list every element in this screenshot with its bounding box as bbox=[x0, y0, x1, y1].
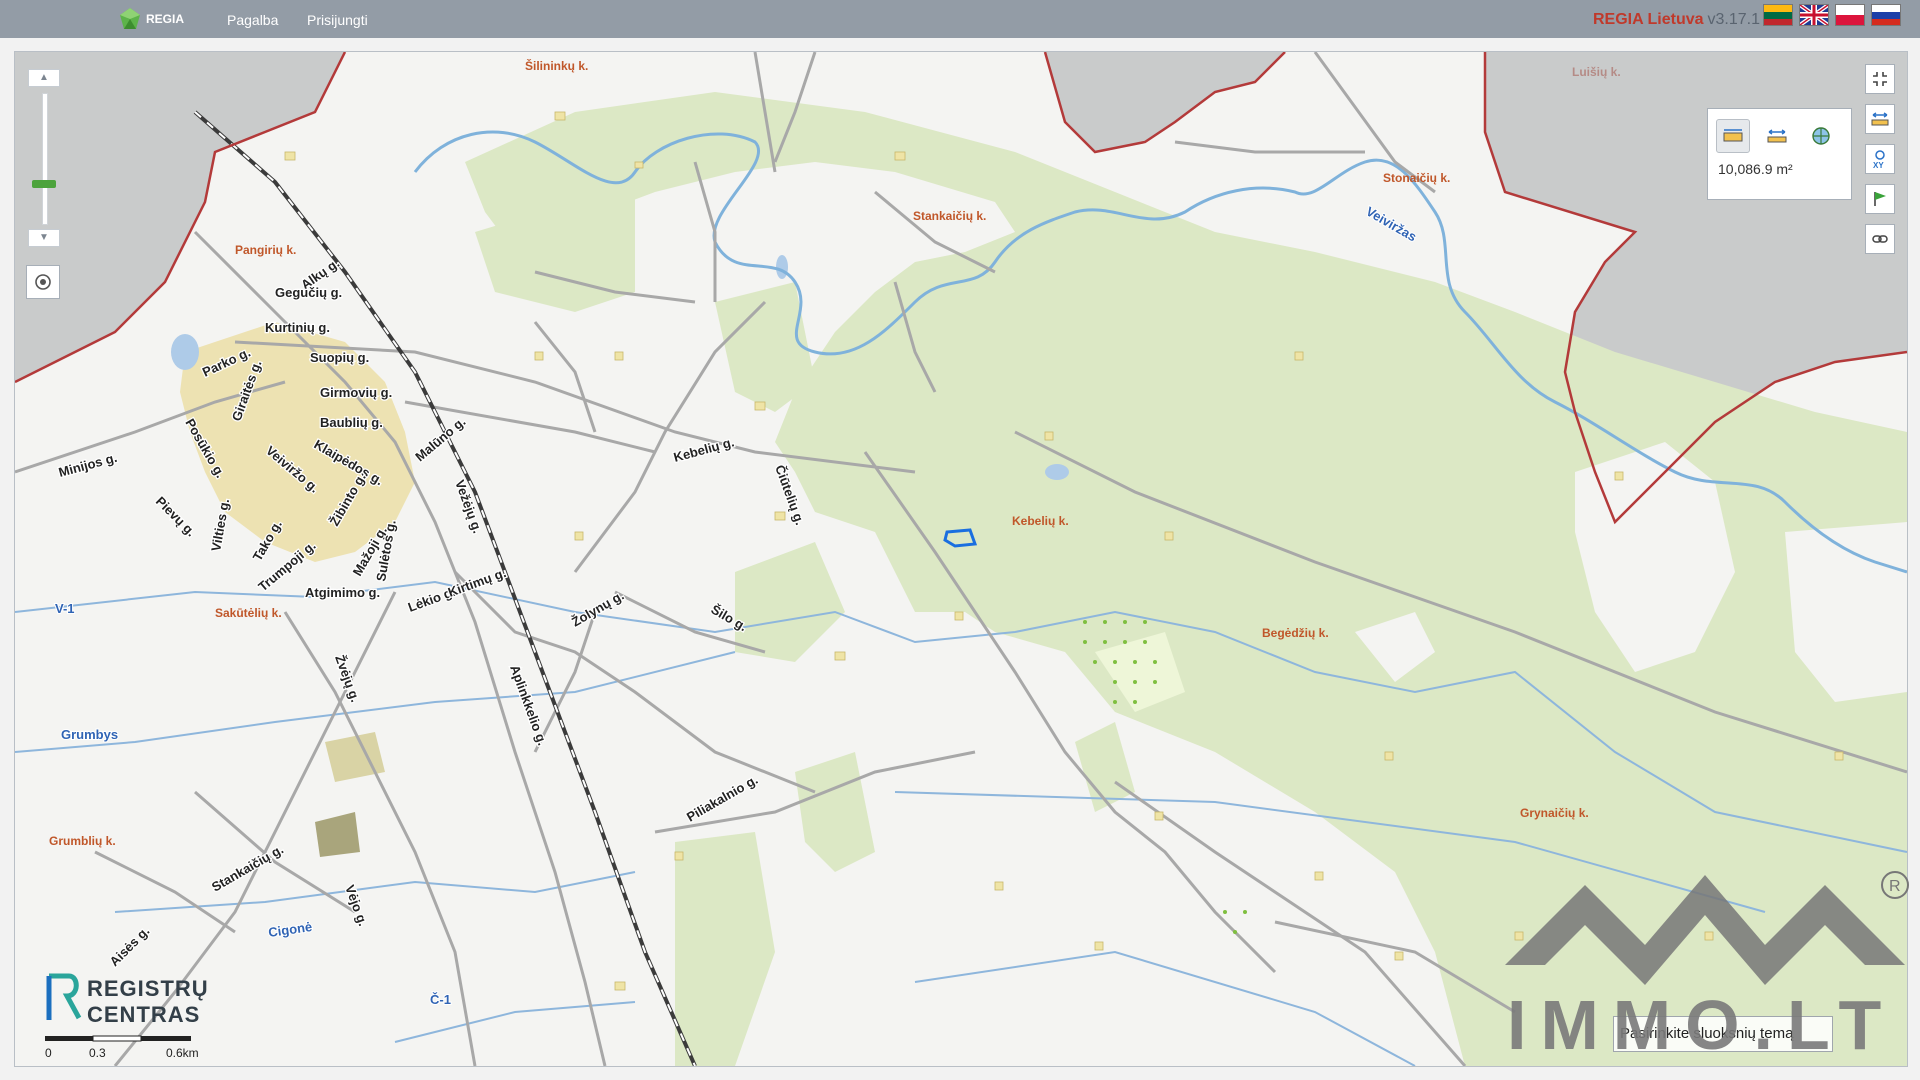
forest-patch-4 bbox=[795, 752, 875, 872]
registru-centras-logo: REGISTRŲ CENTRAS bbox=[45, 972, 208, 1032]
pond-1 bbox=[776, 255, 788, 279]
water-label: Veiviržas bbox=[1364, 204, 1420, 245]
svg-text:R: R bbox=[1889, 878, 1901, 895]
village-label: Sakūtėlių k. bbox=[215, 606, 282, 620]
xy-icon: XY bbox=[1873, 150, 1885, 169]
app-brand: REGIA Lietuva v3.17.1 bbox=[1593, 11, 1760, 29]
area-icon bbox=[1723, 129, 1743, 142]
login-link[interactable]: Prisijungti bbox=[307, 12, 368, 28]
village-label: Luišių k. bbox=[1572, 65, 1621, 79]
area-measure-tool[interactable] bbox=[1716, 119, 1750, 153]
water-label: V-1 bbox=[55, 601, 75, 616]
rc-logo-icon bbox=[46, 973, 82, 1020]
lang-en-flag-icon[interactable] bbox=[1799, 4, 1829, 26]
lake-1 bbox=[171, 334, 199, 370]
street-label: Girmovių g. bbox=[320, 385, 392, 400]
building-block-2 bbox=[315, 812, 360, 857]
immo-wordmark: IMMO.LT bbox=[1507, 986, 1896, 1064]
measure-tool-button[interactable] bbox=[1865, 104, 1895, 134]
compress-icon bbox=[1873, 72, 1887, 86]
street-label: Suopių g. bbox=[310, 350, 369, 365]
locate-button[interactable] bbox=[26, 265, 60, 299]
distance-measure-tool[interactable] bbox=[1760, 119, 1794, 153]
lang-ru-flag-icon[interactable] bbox=[1871, 4, 1901, 26]
regia-logo-icon bbox=[120, 8, 140, 29]
village-label: Pangirių k. bbox=[235, 243, 296, 257]
scale-label-1: 0.3 bbox=[89, 1046, 106, 1060]
flag-icon bbox=[1874, 192, 1886, 206]
zoom-track[interactable] bbox=[32, 93, 56, 225]
zoom-in-button[interactable]: ▲ bbox=[28, 69, 60, 87]
lake-2 bbox=[1045, 464, 1069, 480]
scale-bar: 0 0.3 0.6km bbox=[45, 1032, 199, 1062]
scale-label-0: 0 bbox=[45, 1046, 52, 1060]
brand-name: REGIA Lietuva bbox=[1592, 11, 1704, 28]
rc-logo-line2: CENTRAS bbox=[87, 1002, 201, 1027]
forest-patch-2 bbox=[735, 542, 845, 662]
street-label: Kurtinių g. bbox=[265, 320, 330, 335]
street-label: Baublių g. bbox=[320, 415, 383, 430]
fullscreen-button[interactable] bbox=[1865, 64, 1895, 94]
rc-logo-line1: REGISTRŲ bbox=[87, 976, 209, 1001]
zoom-out-button[interactable]: ▼ bbox=[28, 229, 60, 247]
scale-label-2: 0.6km bbox=[166, 1046, 199, 1060]
lang-pl-flag-icon[interactable] bbox=[1835, 4, 1865, 26]
street-label: Atgimimo g. bbox=[305, 585, 380, 600]
ruler-icon bbox=[1871, 112, 1889, 126]
measure-panel: 10,086.9 m² bbox=[1707, 108, 1852, 200]
village-label: Šilininkų k. bbox=[525, 58, 588, 73]
help-link[interactable]: Pagalba bbox=[227, 12, 278, 28]
flag-button[interactable] bbox=[1865, 184, 1895, 214]
target-icon bbox=[35, 274, 51, 290]
globe-icon bbox=[1812, 127, 1830, 145]
xy-coordinates-button[interactable]: XY bbox=[1865, 144, 1895, 174]
stream-south bbox=[914, 950, 1416, 1066]
village-label: Stonaičių k. bbox=[1383, 171, 1450, 185]
link-button[interactable] bbox=[1865, 224, 1895, 254]
village-label: Grynaičių k. bbox=[1520, 806, 1589, 820]
village-label: Begėdžių k. bbox=[1262, 626, 1329, 640]
forest-patch-3 bbox=[675, 832, 775, 1066]
street-label: Pievų g. bbox=[153, 494, 199, 540]
measure-value: 10,086.9 m² bbox=[1718, 161, 1793, 177]
street-label: Gegučių g. bbox=[275, 285, 342, 300]
zoom-control: ▲ ▼ bbox=[28, 69, 60, 247]
street-label: Aisės g. bbox=[107, 923, 153, 969]
link-icon bbox=[1872, 235, 1888, 243]
top-bar: REGIA Pagalba Prisijungti REGIA Lietuva v… bbox=[0, 0, 1920, 38]
water-label: Grumbys bbox=[61, 727, 118, 742]
lang-lt-flag-icon[interactable] bbox=[1763, 4, 1793, 26]
regia-logo-text: REGIA bbox=[146, 12, 185, 26]
village-label: Grumblių k. bbox=[49, 834, 116, 848]
regia-logo[interactable]: REGIA bbox=[118, 7, 184, 31]
water-label: Č-1 bbox=[430, 992, 451, 1007]
village-label: Kebelių k. bbox=[1012, 514, 1069, 528]
distance-icon bbox=[1767, 129, 1787, 143]
village-label: Stankaičių k. bbox=[913, 209, 986, 223]
svg-text:XY: XY bbox=[1873, 161, 1884, 169]
app-version: v3.17.1 bbox=[1707, 11, 1760, 28]
street-label: Vilties g. bbox=[208, 497, 232, 552]
water-label: Cigonė bbox=[267, 919, 313, 940]
zoom-handle[interactable] bbox=[32, 180, 56, 188]
street-label: Žolynų g. bbox=[569, 588, 627, 630]
immo-watermark: R IMMO.LT bbox=[1495, 865, 1915, 1065]
scale-graphic bbox=[45, 1035, 191, 1042]
coordinate-tool[interactable] bbox=[1804, 119, 1838, 153]
